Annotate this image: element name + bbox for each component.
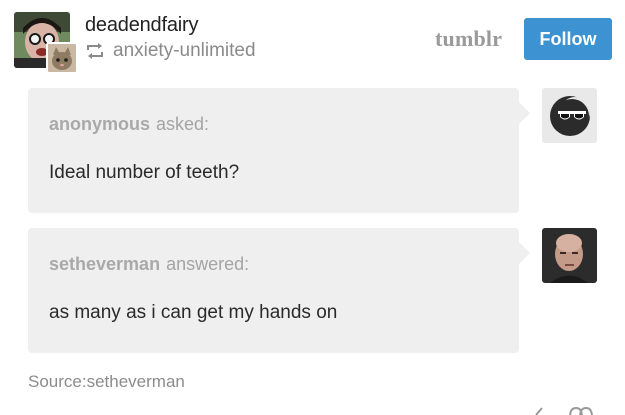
asker-name: anonymous — [49, 114, 151, 134]
answer-bubble: setheverman answered: as many as i can ge… — [28, 228, 530, 353]
tumblr-logo[interactable]: tumblr — [435, 26, 502, 52]
reblog-source[interactable]: anxiety-unlimited — [85, 40, 256, 62]
cat-avatar[interactable] — [46, 42, 78, 74]
username[interactable]: deadendfairy — [85, 14, 198, 37]
answerer-name[interactable]: setheverman — [49, 254, 160, 274]
answerer-avatar[interactable] — [542, 228, 597, 283]
post-actions-partial — [530, 404, 600, 415]
post-source[interactable]: Source:setheverman — [28, 372, 185, 392]
reblogged-from-name: anxiety-unlimited — [113, 40, 256, 61]
tumblr-post: deadendfairy anxiety-unlimited tumblr Fo… — [0, 0, 625, 415]
anonymous-sunglasses-icon — [542, 88, 597, 143]
reblog-icon — [85, 42, 105, 60]
ask-meta: anonymous asked: — [49, 114, 209, 135]
ask-verb: asked: — [156, 114, 210, 134]
ask-question: Ideal number of teeth? — [49, 162, 240, 183]
answer-meta: setheverman answered: — [49, 254, 249, 275]
answer-verb: answered: — [166, 254, 250, 274]
follow-button[interactable]: Follow — [524, 18, 612, 60]
ask-bubble: anonymous asked: Ideal number of teeth? — [28, 88, 530, 213]
answer-text: as many as i can get my hands on — [49, 302, 338, 323]
